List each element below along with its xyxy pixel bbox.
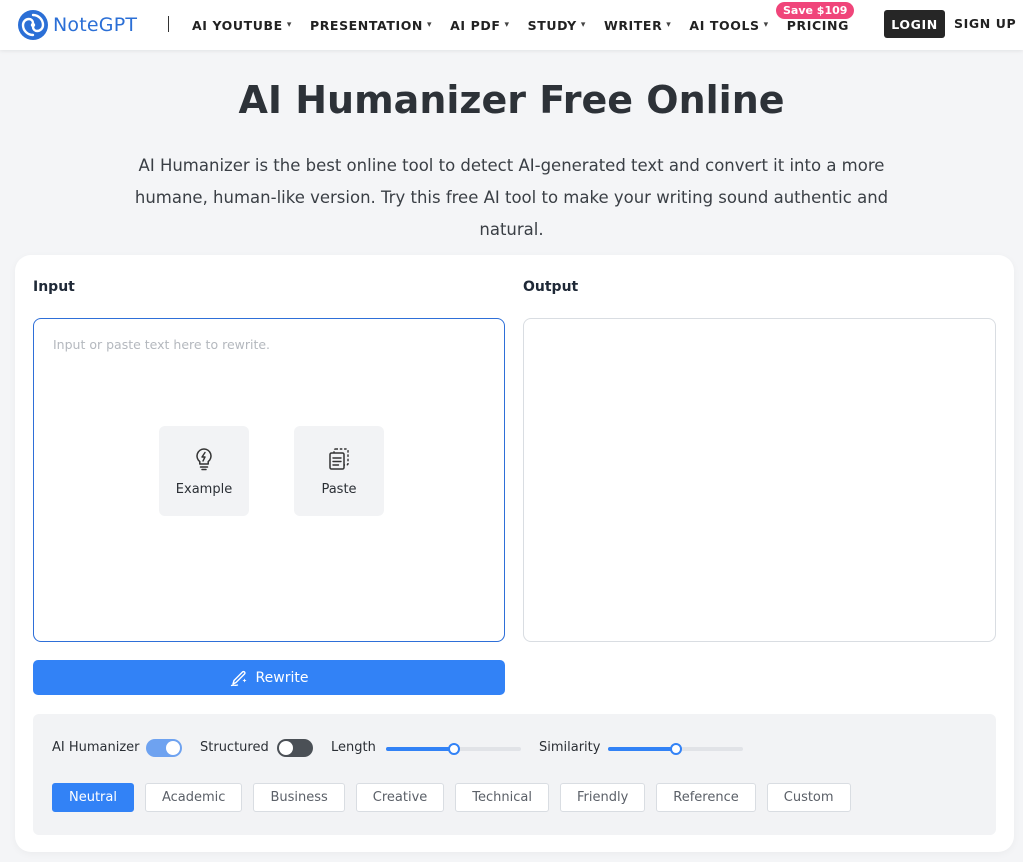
tone-chip-technical[interactable]: Technical	[455, 783, 549, 812]
tone-chip-academic[interactable]: Academic	[144, 783, 243, 812]
lightbulb-icon	[196, 447, 212, 470]
chevron-down-icon: ▾	[427, 20, 433, 30]
chevron-down-icon: ▾	[763, 20, 769, 30]
input-textarea[interactable]: Input or paste text here to rewrite. Exa…	[33, 318, 505, 642]
nav-item-pricing[interactable]: PRICING	[787, 18, 849, 33]
chevron-down-icon: ▾	[504, 20, 510, 30]
input-label: Input	[33, 279, 75, 295]
similarity-slider[interactable]	[608, 743, 743, 755]
slider-thumb[interactable]	[669, 743, 682, 755]
slider-fill	[608, 747, 676, 751]
toggle-knob	[279, 741, 293, 755]
toggle-knob	[166, 741, 180, 755]
nav-item-label: AI TOOLS	[689, 17, 760, 33]
chevron-down-icon: ▾	[580, 20, 586, 30]
nav-item-label: STUDY	[527, 17, 577, 33]
tone-chip-custom[interactable]: Custom	[766, 783, 851, 812]
tone-chip-creative[interactable]: Creative	[355, 783, 445, 812]
nav-item-ai-tools[interactable]: AI TOOLS ▾	[689, 18, 768, 33]
nav-item-label: PRESENTATION	[309, 17, 423, 33]
nav-item-label: WRITER	[603, 17, 663, 33]
tone-chip-reference[interactable]: Reference	[656, 783, 756, 812]
signup-link[interactable]: SIGN UP	[954, 16, 1016, 31]
page-subtitle: AI Humanizer is the best online tool to …	[134, 156, 889, 239]
clipboard-icon	[329, 447, 349, 470]
pen-sparkle-icon	[230, 670, 247, 686]
nav-item-writer[interactable]: WRITER ▾	[604, 18, 671, 33]
slider-thumb[interactable]	[447, 743, 460, 755]
input-placeholder: Input or paste text here to rewrite.	[53, 337, 271, 352]
notegpt-logo-icon	[18, 10, 48, 40]
humanizer-card: Input Output Input or paste text here to…	[15, 255, 1014, 852]
rewrite-label: Rewrite	[255, 669, 309, 686]
save-badge: Save $109	[776, 2, 855, 19]
page-title: AI Humanizer Free Online	[238, 78, 785, 122]
nav-item-ai-youtube[interactable]: AI YOUTUBE ▾	[192, 18, 292, 33]
chevron-down-icon: ▾	[286, 20, 292, 30]
example-button[interactable]: Example	[159, 426, 249, 516]
length-label: Length	[331, 740, 376, 755]
tone-chip-friendly[interactable]: Friendly	[559, 783, 646, 812]
similarity-label: Similarity	[539, 740, 601, 755]
nav-item-ai-pdf[interactable]: AI PDF ▾	[450, 18, 509, 33]
brand-logo[interactable]: NoteGPT	[17, 9, 137, 41]
structured-label: Structured	[200, 740, 269, 755]
ai-humanizer-toggle[interactable]	[146, 739, 182, 757]
rewrite-button[interactable]: Rewrite	[33, 660, 505, 695]
length-slider[interactable]	[386, 743, 521, 755]
nav-divider	[168, 16, 169, 32]
nav-item-label: AI PDF	[450, 17, 501, 33]
ai-humanizer-label: AI Humanizer	[52, 740, 140, 755]
login-button[interactable]: LOGIN	[884, 10, 945, 38]
nav-item-study[interactable]: STUDY ▾	[528, 18, 586, 33]
nav-item-presentation[interactable]: PRESENTATION ▾	[310, 18, 432, 33]
output-label: Output	[523, 279, 579, 295]
nav-item-label: AI YOUTUBE	[192, 17, 283, 33]
paste-button[interactable]: Paste	[294, 426, 384, 516]
options-panel: AI Humanizer Structured Length Similarit…	[33, 714, 996, 835]
tone-chip-neutral[interactable]: Neutral	[52, 783, 134, 812]
tone-chip-business[interactable]: Business	[253, 783, 345, 812]
top-nav-bar: NoteGPT AI YOUTUBE ▾ PRESENTATION ▾ AI PDF ▾ S…	[0, 0, 1023, 50]
output-textarea[interactable]	[523, 318, 996, 642]
chevron-down-icon: ▾	[666, 20, 672, 30]
paste-label: Paste	[321, 481, 357, 497]
brand-name: NoteGPT	[53, 14, 138, 36]
nav-item-label: PRICING	[786, 17, 849, 33]
example-label: Example	[175, 481, 233, 497]
tone-chips: Neutral Academic Business Creative Technical…	[52, 783, 862, 812]
main-nav: AI YOUTUBE ▾ PRESENTATION ▾ AI PDF ▾ STUDY ▾ WRI…	[192, 0, 867, 50]
structured-toggle[interactable]	[277, 739, 313, 757]
slider-fill	[386, 747, 454, 751]
